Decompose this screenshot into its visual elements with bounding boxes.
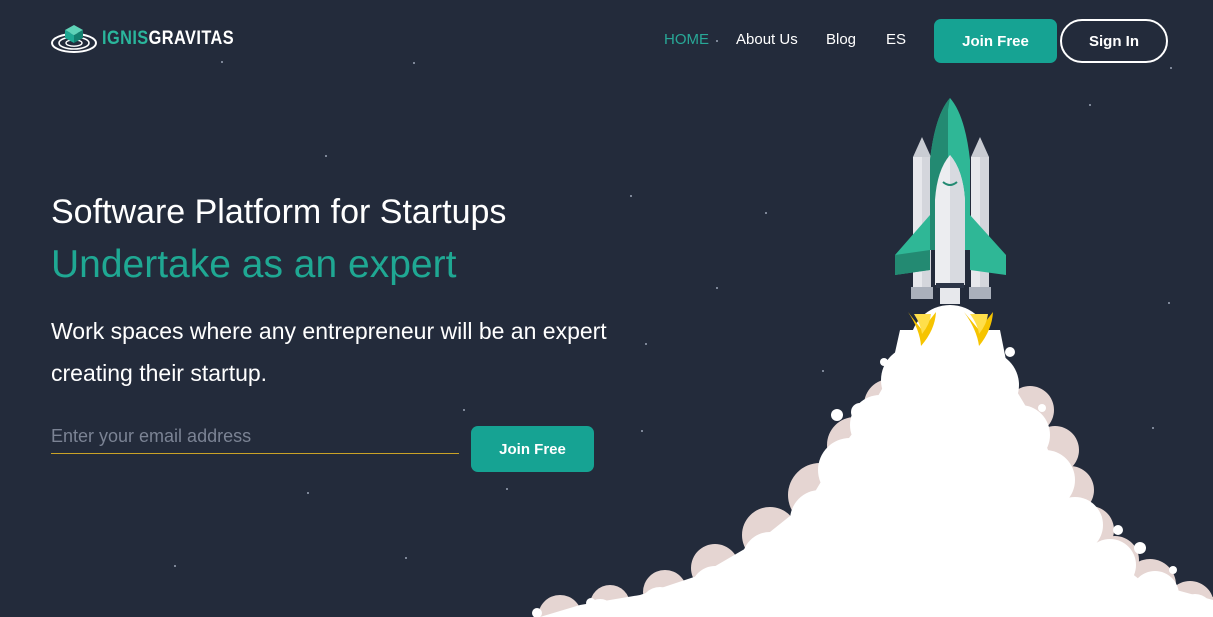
header-join-free-button[interactable]: Join Free bbox=[934, 19, 1057, 63]
star bbox=[506, 488, 508, 490]
logo-wordmark: IGNISGRAVITAS bbox=[102, 29, 234, 48]
star bbox=[221, 61, 223, 63]
star bbox=[325, 155, 327, 157]
sign-in-button[interactable]: Sign In bbox=[1060, 19, 1168, 63]
star bbox=[413, 62, 415, 64]
star bbox=[463, 409, 465, 411]
star bbox=[716, 40, 718, 42]
nav-blog[interactable]: Blog bbox=[826, 31, 856, 49]
portal-cube-logo-icon bbox=[50, 22, 98, 54]
hero-subtitle: Undertake as an expert bbox=[51, 243, 457, 286]
hero-title: Software Platform for Startups bbox=[51, 193, 507, 231]
logo-text-gravitas: GRAVITAS bbox=[148, 27, 235, 49]
logo-text-ignis: IGNIS bbox=[102, 27, 149, 49]
star bbox=[405, 557, 407, 559]
star bbox=[174, 565, 176, 567]
nav-language-es[interactable]: ES bbox=[886, 31, 906, 49]
nav-about-us[interactable]: About Us bbox=[736, 31, 798, 49]
star bbox=[1170, 67, 1172, 69]
email-input[interactable] bbox=[51, 420, 459, 453]
brand-logo[interactable]: IGNISGRAVITAS bbox=[50, 22, 256, 54]
email-field-wrapper bbox=[51, 420, 459, 454]
nav-home[interactable]: HOME bbox=[664, 31, 709, 49]
rocket-launch-illustration bbox=[520, 90, 1213, 617]
star bbox=[307, 492, 309, 494]
